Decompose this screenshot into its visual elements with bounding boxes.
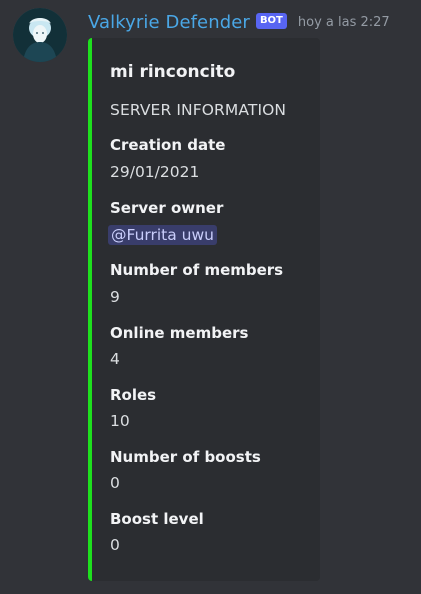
field-name-boost-level: Boost level — [110, 510, 204, 528]
field-value-boost-level: 0 — [110, 536, 120, 554]
user-avatar[interactable] — [13, 8, 67, 62]
embed-title: mi rinconcito — [110, 62, 236, 82]
field-name-creation-date: Creation date — [110, 136, 226, 154]
server-owner-mention[interactable]: @Furrita uwu — [108, 225, 217, 245]
field-name-number-of-members: Number of members — [110, 261, 284, 279]
message-timestamp[interactable]: hoy a las 2:27 — [298, 15, 390, 30]
field-name-server-owner: Server owner — [110, 199, 224, 217]
field-name-roles: Roles — [110, 386, 157, 404]
bot-badge: BOT — [255, 13, 287, 29]
field-value-number-of-boosts: 0 — [110, 474, 120, 492]
field-name-online-members: Online members — [110, 324, 249, 342]
embed-description: SERVER INFORMATION — [110, 101, 287, 119]
field-name-number-of-boosts: Number of boosts — [110, 448, 261, 466]
author-username[interactable]: Valkyrie Defender — [88, 12, 250, 33]
field-value-number-of-members: 9 — [110, 288, 120, 306]
chat-message: Valkyrie Defender BOT hoy a las 2:27 mi … — [0, 0, 421, 594]
field-value-creation-date: 29/01/2021 — [110, 163, 200, 181]
field-value-roles: 10 — [110, 412, 130, 430]
field-value-online-members: 4 — [110, 350, 120, 368]
server-info-embed: mi rinconcito SERVER INFORMATION Creatio… — [88, 38, 320, 581]
message-header: Valkyrie Defender BOT hoy a las 2:27 — [88, 11, 390, 33]
avatar-portrait-icon — [13, 8, 67, 62]
